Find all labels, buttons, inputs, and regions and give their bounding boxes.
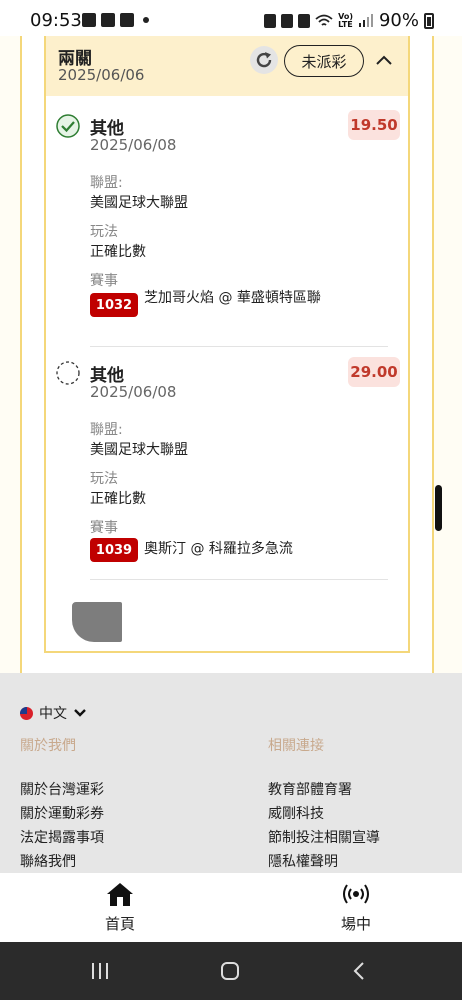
redacted-overlay bbox=[72, 602, 122, 642]
notification-icons bbox=[82, 12, 149, 28]
language-selector[interactable]: 中文 bbox=[20, 703, 87, 723]
bet-date: 2025/06/08 bbox=[90, 136, 177, 154]
league-label: 聯盟: bbox=[90, 422, 123, 438]
collapse-button[interactable] bbox=[370, 48, 398, 72]
footer-link-privacy[interactable]: 隱私權聲明 bbox=[268, 851, 338, 871]
refresh-icon bbox=[256, 52, 272, 68]
refresh-button[interactable] bbox=[250, 46, 278, 74]
unchecked-circle-icon bbox=[56, 361, 80, 385]
league-label: 聯盟: bbox=[90, 175, 123, 191]
system-navigation-bar bbox=[0, 942, 462, 1000]
taiwan-flag-icon bbox=[20, 706, 33, 720]
event-name: 芝加哥火焰 @ 華盛頓特區聯 bbox=[144, 290, 321, 306]
odds-badge: 29.00 bbox=[348, 357, 400, 387]
camera-notification-icon bbox=[120, 13, 134, 27]
scrollbar-thumb[interactable] bbox=[435, 485, 442, 531]
footer-link-about-sports-tickets[interactable]: 關於運動彩券 bbox=[20, 803, 104, 823]
signal-icon bbox=[358, 13, 373, 27]
footer-link-contact[interactable]: 聯絡我們 bbox=[20, 851, 76, 871]
home-icon bbox=[107, 883, 133, 906]
footer-link-disclosure[interactable]: 法定揭露事項 bbox=[20, 827, 104, 847]
battery-icon bbox=[424, 12, 434, 29]
status-bar: 09:53 Vo) LTE 90% bbox=[0, 0, 462, 36]
bet-date: 2025/06/08 bbox=[90, 383, 177, 401]
system-status: Vo) LTE 90% bbox=[264, 10, 434, 31]
check-circle-icon bbox=[56, 114, 80, 138]
live-broadcast-icon bbox=[343, 884, 369, 904]
battery-percent: 90% bbox=[378, 10, 419, 31]
chevron-up-icon bbox=[376, 55, 392, 65]
related-heading: 相關連接 bbox=[268, 738, 324, 754]
play-value: 正確比數 bbox=[90, 491, 146, 507]
language-label: 中文 bbox=[39, 706, 67, 722]
event-name: 奧斯汀 @ 科羅拉多急流 bbox=[144, 541, 293, 557]
back-icon[interactable] bbox=[350, 962, 370, 980]
play-label: 玩法 bbox=[90, 224, 118, 240]
more-notifications-icon bbox=[143, 17, 149, 23]
parlay-slip: 兩關 2025/06/06 未派彩 其他 2025/06/08 19.50 聯盟… bbox=[44, 36, 410, 653]
recent-apps-icon[interactable] bbox=[90, 962, 110, 980]
divider bbox=[90, 346, 388, 347]
main-content[interactable]: 兩關 2025/06/06 未派彩 其他 2025/06/08 19.50 聯盟… bbox=[0, 36, 462, 673]
site-footer: 中文 關於我們 相關連接 關於台灣運彩 關於運動彩券 法定揭露事項 聯絡我們 教… bbox=[0, 673, 462, 873]
play-value: 正確比數 bbox=[90, 244, 146, 260]
nav-live[interactable]: 場中 bbox=[326, 881, 386, 934]
league-value: 美國足球大聯盟 bbox=[90, 442, 188, 458]
bottom-nav: 首頁 場中 bbox=[0, 873, 462, 942]
event-label: 賽事 bbox=[90, 520, 118, 536]
mute-icon bbox=[298, 13, 311, 28]
divider bbox=[90, 579, 388, 580]
event-id-badge: 1039 bbox=[90, 538, 138, 562]
nav-live-label: 場中 bbox=[340, 915, 371, 933]
alarm-icon bbox=[281, 13, 294, 28]
footer-link-adata[interactable]: 威剛科技 bbox=[268, 803, 324, 823]
wifi-icon bbox=[315, 14, 333, 26]
settlement-status-badge: 未派彩 bbox=[284, 45, 364, 77]
footer-link-sports-administration[interactable]: 教育部體育署 bbox=[268, 779, 352, 799]
footer-link-about-sports-lottery[interactable]: 關於台灣運彩 bbox=[20, 779, 104, 799]
slip-header: 兩關 2025/06/06 未派彩 bbox=[46, 36, 408, 96]
chevron-down-icon bbox=[74, 709, 86, 717]
nfc-icon bbox=[264, 13, 277, 28]
odds-badge: 19.50 bbox=[348, 110, 400, 140]
slip-date: 2025/06/06 bbox=[58, 66, 145, 84]
footer-link-responsible-gambling[interactable]: 節制投注相關宣導 bbox=[268, 827, 380, 847]
nav-home[interactable]: 首頁 bbox=[90, 881, 150, 934]
about-heading: 關於我們 bbox=[20, 738, 76, 754]
event-label: 賽事 bbox=[90, 273, 118, 289]
league-value: 美國足球大聯盟 bbox=[90, 195, 188, 211]
lte-indicator: Vo) LTE bbox=[338, 11, 353, 29]
gallery-notification-icon bbox=[82, 13, 96, 27]
nav-home-label: 首頁 bbox=[104, 915, 135, 933]
play-label: 玩法 bbox=[90, 471, 118, 487]
status-time: 09:53 bbox=[30, 10, 82, 31]
home-system-icon[interactable] bbox=[220, 962, 240, 980]
event-id-badge: 1032 bbox=[90, 293, 138, 317]
tiktok-notification-icon bbox=[101, 13, 115, 27]
